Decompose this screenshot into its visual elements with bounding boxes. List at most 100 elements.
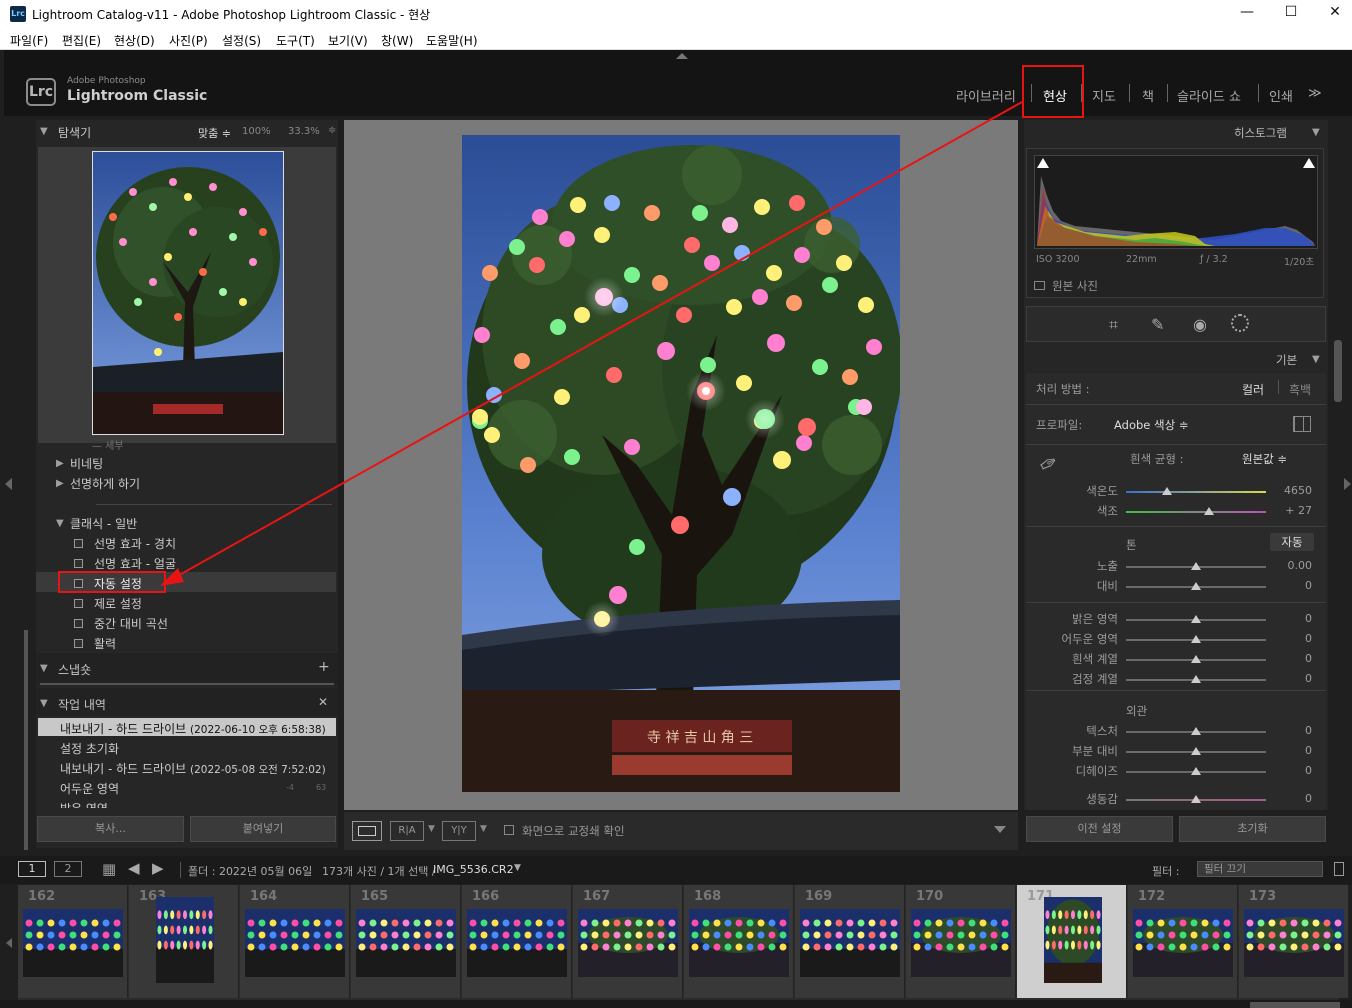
toolbar-menu-icon[interactable] — [994, 826, 1006, 833]
filmstrip-thumbnail[interactable]: 167 — [573, 885, 683, 998]
history-header[interactable]: ▼ 작업 내역 ✕ — [36, 688, 338, 716]
dropdown-icon[interactable]: ▼ — [428, 824, 435, 834]
navigator-thumbnail[interactable] — [92, 151, 284, 435]
menu-help[interactable]: 도움말(H) — [426, 32, 478, 49]
basic-toggle-icon[interactable]: ▼ — [1312, 354, 1320, 365]
filmstrip-thumbnail[interactable]: 166 — [462, 885, 572, 998]
menu-window[interactable]: 창(W) — [381, 32, 413, 49]
temp-slider[interactable] — [1126, 491, 1266, 493]
preset-group-sharpen[interactable]: 선명하게 하기 — [70, 475, 140, 492]
menu-settings[interactable]: 설정(S) — [222, 32, 261, 49]
filter-select[interactable]: 필터 끄기 — [1197, 861, 1323, 877]
forward-arrow-icon[interactable]: ▶ — [152, 859, 164, 877]
filmstrip-thumbnail[interactable]: 169 — [795, 885, 905, 998]
healing-icon[interactable]: ✎ — [1151, 315, 1164, 334]
history-item[interactable]: 내보내기 - 하드 드라이브 (2022-05-08 오전 7:52:02) — [60, 760, 326, 777]
histogram-toggle-icon[interactable]: ▼ — [1312, 127, 1320, 138]
expand-icon[interactable]: ▶ — [56, 478, 64, 489]
loupe-view-icon[interactable] — [352, 821, 382, 841]
folder-info[interactable]: 폴더 : 2022년 05월 06일 — [188, 863, 312, 879]
filmstrip-thumbnail[interactable]: 173 — [1239, 885, 1349, 998]
highlights-slider-knob[interactable] — [1191, 615, 1201, 623]
clear-history-icon[interactable]: ✕ — [318, 695, 328, 709]
zoom-menu-icon[interactable]: ≑ — [328, 125, 336, 136]
navigator-preview[interactable] — [38, 147, 336, 443]
highlight-clip-icon[interactable] — [1303, 158, 1315, 168]
contrast-value[interactable]: 0 — [1272, 579, 1312, 592]
screen-1-button[interactable]: 1 — [18, 861, 46, 877]
whites-value[interactable]: 0 — [1272, 652, 1312, 665]
menu-view[interactable]: 보기(V) — [328, 32, 368, 49]
profile-browser-icon[interactable] — [1293, 416, 1311, 432]
blacks-slider-knob[interactable] — [1191, 675, 1201, 683]
main-photo[interactable]: 寺 祥 吉 山 角 三 — [462, 135, 900, 792]
highlights-value[interactable]: 0 — [1272, 612, 1312, 625]
maximize-button[interactable]: ☐ — [1276, 4, 1306, 24]
vibrance-value[interactable]: 0 — [1272, 792, 1312, 805]
grid-view-icon[interactable]: ▦ — [102, 860, 116, 878]
module-print[interactable]: 인쇄 — [1269, 86, 1293, 105]
texture-slider-knob[interactable] — [1191, 727, 1201, 735]
collapse-right-panel-icon[interactable] — [1344, 478, 1351, 490]
original-photo-checkbox[interactable] — [1034, 281, 1045, 290]
filmstrip-thumbnail[interactable]: 164 — [240, 885, 350, 998]
dropdown-icon[interactable]: ▼ — [480, 824, 487, 834]
dehaze-value[interactable]: 0 — [1272, 764, 1312, 777]
filter-lock-icon[interactable] — [1334, 862, 1344, 876]
filmstrip-thumbnail[interactable]: 170 — [906, 885, 1016, 998]
whites-slider-knob[interactable] — [1191, 655, 1201, 663]
wb-select[interactable]: 원본값 ≑ — [1242, 451, 1287, 467]
back-arrow-icon[interactable]: ◀ — [128, 859, 140, 877]
preset-item[interactable]: 선명 효과 - 얼굴 — [94, 555, 176, 572]
paste-settings-button[interactable]: 붙여넣기 — [190, 816, 336, 842]
snapshot-toggle-icon[interactable]: ▼ — [40, 663, 48, 674]
zoom-fit[interactable]: 맞춤 ≑ — [198, 125, 231, 141]
image-canvas[interactable]: 寺 祥 吉 山 角 三 — [344, 120, 1018, 810]
filmstrip-thumbnail[interactable]: 165 — [351, 885, 461, 998]
preset-group-partial[interactable]: — 세부 — [92, 437, 124, 452]
filmstrip-thumbnail[interactable]: 162 — [18, 885, 128, 998]
preset-item[interactable]: 선명 효과 - 경치 — [94, 535, 176, 552]
filmstrip-scrollbar[interactable] — [1250, 1002, 1340, 1008]
vibrance-slider-knob[interactable] — [1191, 795, 1201, 803]
reset-button[interactable]: 초기화 — [1179, 816, 1326, 842]
shadows-slider-knob[interactable] — [1191, 635, 1201, 643]
filmstrip-thumbnail[interactable]: 168 — [684, 885, 794, 998]
collapse-filmstrip-left-icon[interactable] — [6, 938, 12, 948]
expand-icon[interactable]: ▶ — [56, 458, 64, 469]
filmstrip-thumbnail[interactable]: 172 — [1128, 885, 1238, 998]
before-after-lr-icon[interactable]: R|A — [390, 821, 424, 841]
zoom-100[interactable]: 100% — [242, 126, 271, 137]
filmstrip-thumbnail[interactable]: 163 — [129, 885, 239, 998]
collapse-icon[interactable]: ▼ — [56, 518, 64, 529]
close-button[interactable]: ✕ — [1320, 4, 1350, 24]
preset-group-vignette[interactable]: 비네팅 — [70, 455, 103, 472]
collapse-left-panel-icon[interactable] — [5, 478, 12, 490]
file-name[interactable]: IMG_5536.CR2 — [433, 863, 514, 876]
module-map[interactable]: 지도 — [1092, 86, 1116, 105]
texture-value[interactable]: 0 — [1272, 724, 1312, 737]
temp-value[interactable]: 4650 — [1272, 484, 1312, 497]
masking-icon[interactable] — [1231, 314, 1249, 332]
history-item[interactable]: 어두운 영역 — [60, 780, 119, 797]
minimize-button[interactable]: — — [1232, 4, 1262, 24]
file-menu-icon[interactable]: ▼ — [514, 863, 521, 873]
preset-group-classic[interactable]: 클래식 - 일반 — [70, 515, 137, 532]
exposure-slider-knob[interactable] — [1191, 562, 1201, 570]
module-book[interactable]: 책 — [1142, 86, 1154, 105]
copy-settings-button[interactable]: 복사... — [37, 816, 184, 842]
dehaze-slider-knob[interactable] — [1191, 767, 1201, 775]
exposure-value[interactable]: 0.00 — [1272, 559, 1313, 572]
history-item[interactable]: 밝은 영역 — [60, 800, 108, 808]
zoom-33[interactable]: 33.3% — [288, 126, 320, 137]
add-snapshot-icon[interactable]: + — [318, 659, 330, 675]
collapse-top-panel-icon[interactable] — [676, 53, 688, 59]
histogram-graph[interactable] — [1034, 155, 1318, 249]
preset-item[interactable]: 중간 대비 곡선 — [94, 615, 168, 632]
navigator-toggle-icon[interactable]: ▼ — [40, 126, 48, 137]
previous-settings-button[interactable]: 이전 설정 — [1026, 816, 1173, 842]
menu-develop[interactable]: 현상(D) — [114, 32, 155, 49]
preset-item[interactable]: 제로 설정 — [94, 595, 142, 612]
snapshot-header[interactable]: ▼ 스냅숏 + — [36, 653, 338, 685]
treatment-color[interactable]: 컬러 — [1242, 381, 1264, 398]
